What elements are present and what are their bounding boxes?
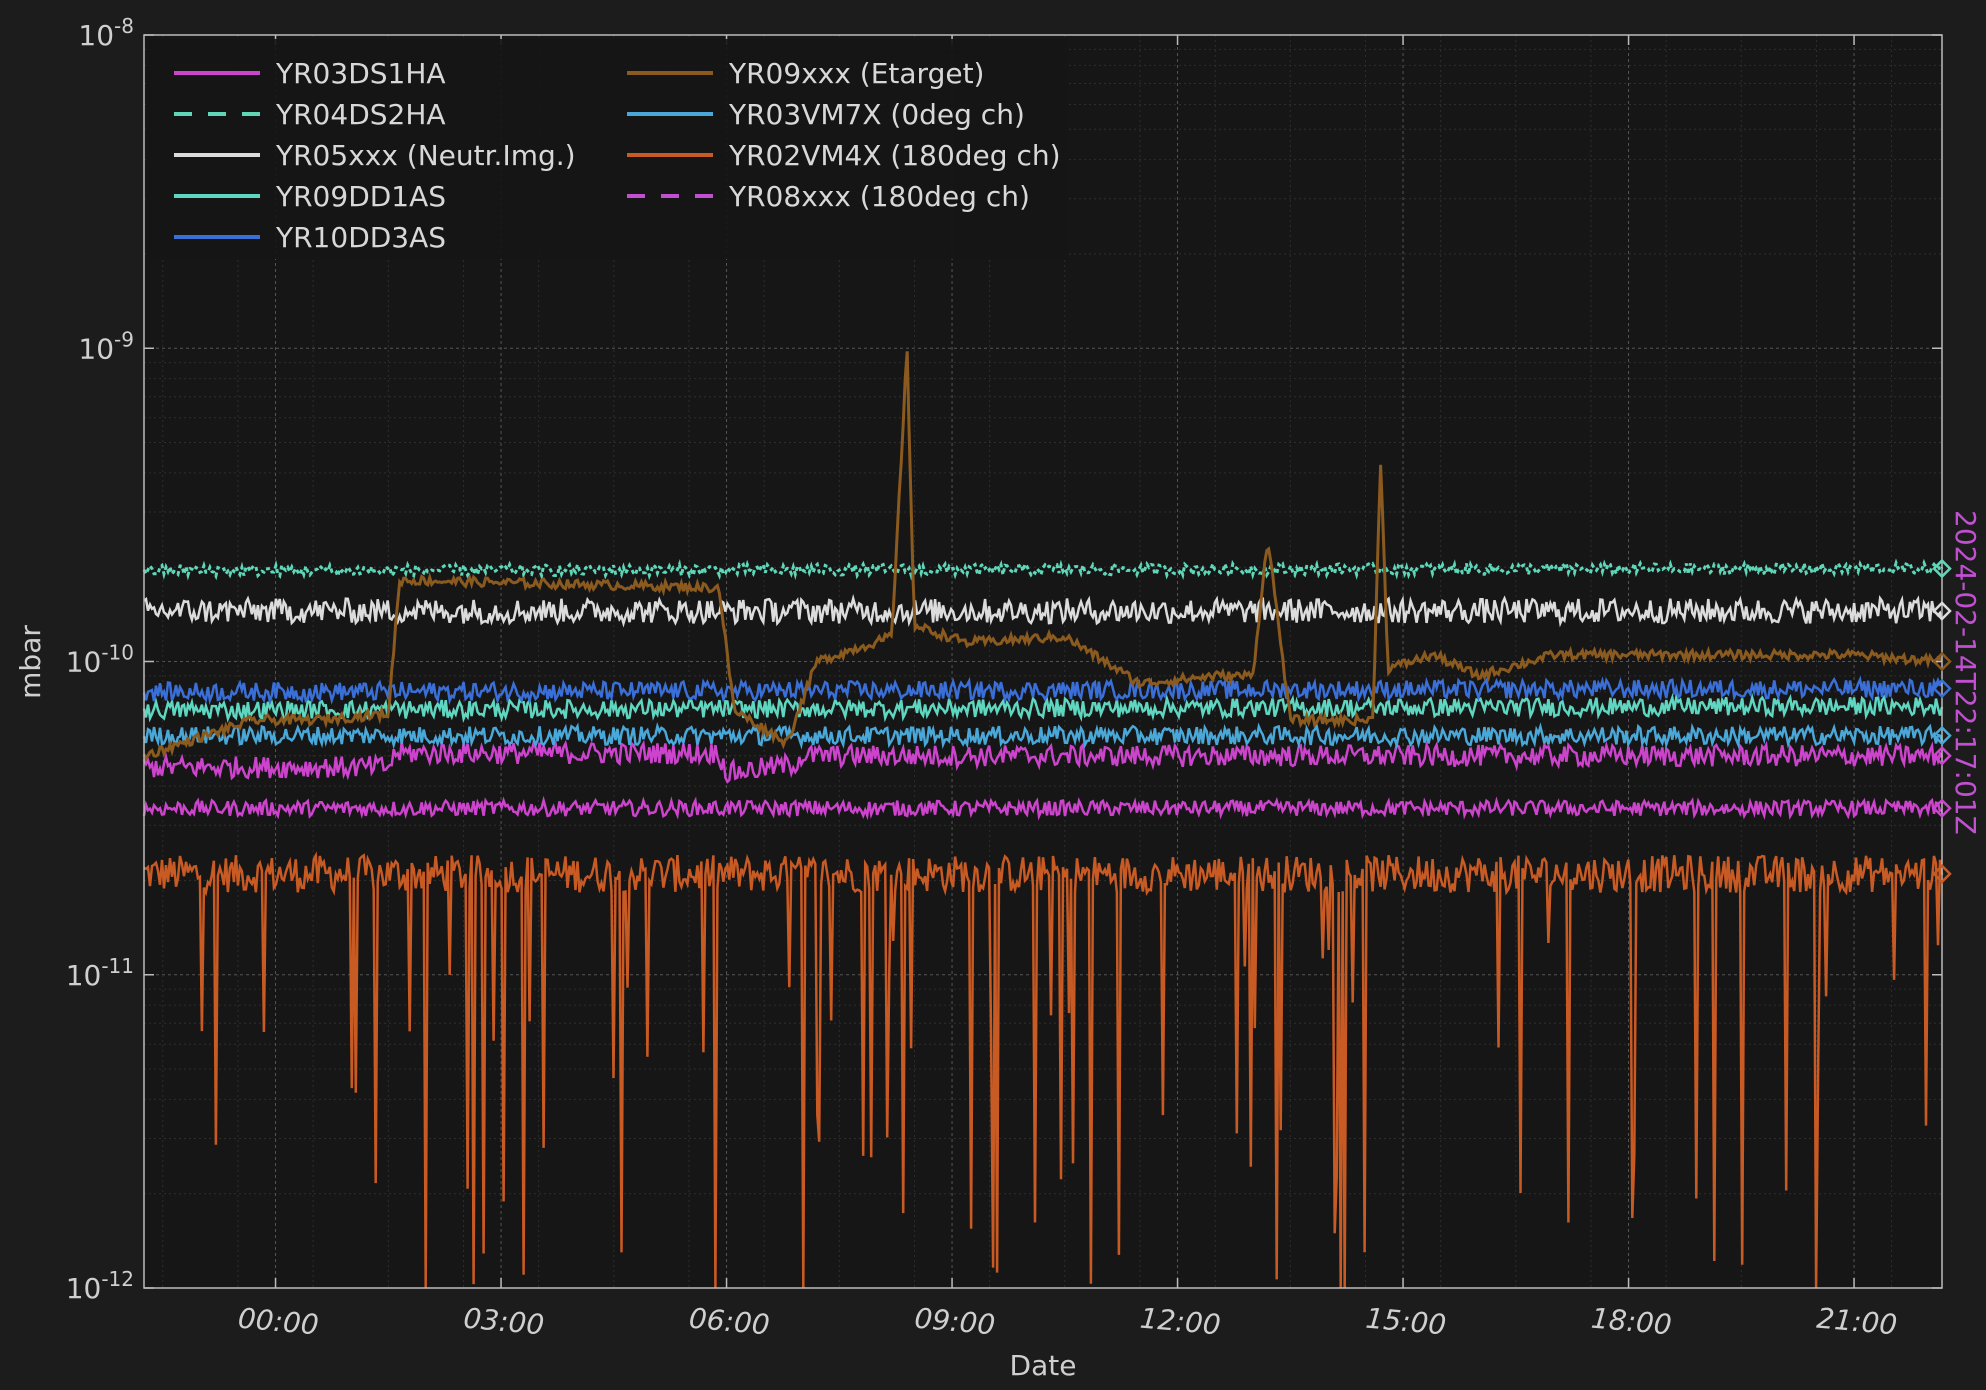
y-tick-label: 10-11: [66, 954, 134, 992]
legend-label: YR02VM4X (180deg ch): [728, 139, 1061, 172]
legend-label: YR04DS2HA: [275, 98, 446, 131]
x-tick-label: 18:00: [1590, 1302, 1673, 1342]
y-tick-label: 10-9: [78, 327, 134, 365]
x-tick-label: 06:00: [688, 1302, 771, 1342]
legend-label: YR09xxx (Etarget): [728, 57, 984, 90]
x-tick-label: 21:00: [1815, 1302, 1898, 1342]
legend-label: YR05xxx (Neutr.Img.): [275, 139, 576, 172]
legend-label: YR03DS1HA: [275, 57, 446, 90]
legend: YR03DS1HA YR04DS2HA YR05xxx (Neutr.Img.) YR…: [148, 39, 1068, 259]
x-tick-label: 03:00: [462, 1302, 545, 1342]
pressure-chart: 10-12 10-11 10-10 10-9 10-8 00:00 03:00 06:00 0…: [14, 14, 1982, 1382]
y-tick-label: 10-8: [78, 14, 134, 52]
x-tick-label: 12:00: [1139, 1302, 1222, 1342]
y-tick-label: 10-10: [66, 641, 134, 679]
x-tick-label: 00:00: [237, 1302, 320, 1342]
legend-label: YR08xxx (180deg ch): [728, 180, 1030, 213]
timestamp-label: 2024-02-14T22:17:01Z: [1949, 510, 1982, 835]
y-tick-label: 10-12: [66, 1267, 134, 1305]
legend-label: YR10DD3AS: [275, 221, 446, 254]
x-axis-label: Date: [1010, 1349, 1077, 1382]
x-tick-label: 15:00: [1364, 1302, 1447, 1342]
legend-label: YR03VM7X (0deg ch): [728, 98, 1025, 131]
legend-label: YR09DD1AS: [275, 180, 446, 213]
x-tick-label: 09:00: [913, 1302, 996, 1342]
y-axis-label: mbar: [14, 625, 47, 699]
